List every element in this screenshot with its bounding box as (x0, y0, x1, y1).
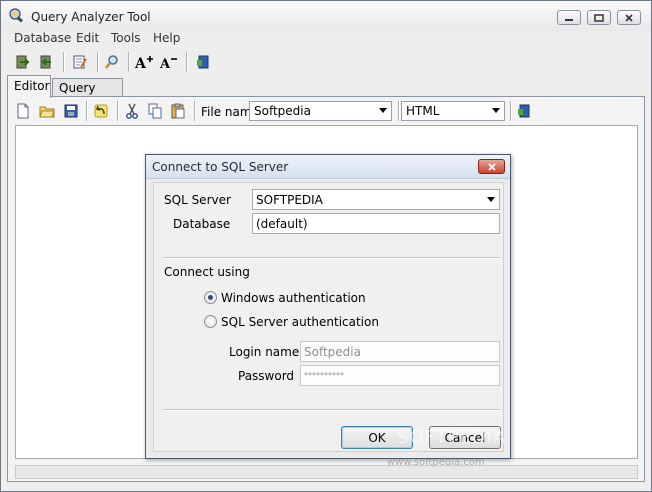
file-name-combo[interactable]: Softpedia (249, 101, 392, 121)
menu-help[interactable]: Help (153, 31, 180, 45)
watermark-url: www.softpedia.com (387, 457, 485, 468)
new-file-icon (17, 103, 29, 119)
title-bar: Query Analyzer Tool (1, 1, 651, 31)
undo-icon (94, 104, 108, 118)
file-name-value: Softpedia (254, 104, 311, 118)
window-title: Query Analyzer Tool (31, 10, 151, 24)
svg-text:A: A (159, 57, 171, 70)
scissors-icon (126, 103, 138, 119)
copy-icon (148, 103, 162, 119)
save-disk-icon (64, 104, 78, 118)
menu-bar: Database Edit Tools Help (1, 30, 651, 48)
login-name-label: Login name (229, 345, 300, 359)
font-decrease-icon: A (159, 57, 177, 70)
toolbar-separator (117, 101, 118, 121)
toolbar-separator (398, 101, 399, 121)
minimize-button[interactable] (557, 10, 581, 25)
divider (164, 257, 500, 258)
disconnect-icon (40, 55, 51, 69)
maximize-icon (594, 13, 604, 22)
windows-auth-radio[interactable] (204, 291, 217, 304)
toolbar-separator (97, 52, 98, 72)
toolbar-separator (128, 52, 129, 72)
edit-query-button[interactable] (70, 52, 90, 72)
font-increase-icon: A (134, 56, 153, 70)
dialog-title-bar: Connect to SQL Server (146, 155, 510, 179)
toolbar-separator (86, 101, 87, 121)
sql-server-label: SQL Server (164, 193, 231, 207)
editor-toolbar: File name Softpedia HTML (8, 97, 644, 125)
toolbar-separator (194, 101, 195, 121)
connect-dialog: Connect to SQL Server SQL Server SOFTPED… (145, 154, 511, 459)
menu-database[interactable]: Database (14, 31, 71, 45)
close-icon (487, 162, 496, 171)
chevron-down-icon (379, 108, 387, 113)
sql-auth-label[interactable]: SQL Server authentication (221, 315, 379, 329)
new-file-button[interactable] (13, 101, 33, 121)
increase-font-button[interactable]: A (134, 52, 154, 72)
toolbar-separator (510, 101, 511, 121)
find-button[interactable] (102, 52, 122, 72)
maximize-button[interactable] (587, 10, 611, 25)
export-button[interactable] (514, 101, 534, 121)
exit-button[interactable] (193, 52, 213, 72)
dialog-body: SQL Server SOFTPEDIA Database (default) … (153, 182, 504, 452)
open-file-button[interactable] (37, 101, 57, 121)
copy-button[interactable] (145, 101, 165, 121)
windows-auth-label[interactable]: Windows authentication (221, 291, 366, 305)
database-label: Database (173, 217, 231, 231)
connect-using-label: Connect using (164, 265, 250, 279)
database-value: (default) (256, 217, 308, 231)
database-field[interactable]: (default) (252, 213, 500, 234)
toolbar-separator (186, 52, 187, 72)
sql-auth-radio[interactable] (204, 315, 217, 328)
tab-editor[interactable]: Editor (7, 75, 51, 98)
menu-edit[interactable]: Edit (76, 31, 99, 45)
menu-tools[interactable]: Tools (111, 31, 141, 45)
chevron-down-icon (492, 108, 500, 113)
sql-server-select[interactable]: SOFTPEDIA (252, 189, 500, 210)
dialog-title: Connect to SQL Server (152, 160, 289, 174)
open-folder-icon (39, 106, 55, 118)
sql-server-value: SOFTPEDIA (256, 193, 323, 207)
dialog-close-button[interactable] (478, 159, 505, 174)
format-combo[interactable]: HTML (401, 101, 505, 121)
toolbar-separator (63, 52, 64, 72)
divider (164, 409, 500, 410)
exit-door-icon (518, 104, 530, 118)
tab-query-plans[interactable]: Query plans (52, 78, 123, 109)
cut-button[interactable] (122, 101, 142, 121)
minimize-icon (565, 18, 573, 21)
chevron-down-icon (487, 197, 495, 202)
ok-button-label: OK (368, 430, 386, 445)
save-file-button[interactable] (61, 101, 81, 121)
search-icon (105, 55, 118, 69)
close-icon (625, 13, 633, 22)
password-value: ********** (304, 371, 344, 380)
decrease-font-button[interactable]: A (159, 52, 179, 72)
password-field[interactable]: ********** (300, 365, 500, 386)
svg-text:A: A (134, 56, 147, 70)
main-toolbar: A A (1, 49, 651, 75)
undo-button[interactable] (91, 101, 111, 121)
close-button[interactable] (617, 10, 641, 25)
connect-icon (16, 55, 30, 69)
app-logo-icon (9, 8, 23, 23)
login-name-field[interactable]: Softpedia (300, 341, 500, 362)
status-bar (15, 465, 638, 479)
disconnect-button[interactable] (36, 52, 56, 72)
paste-clipboard-icon (171, 103, 185, 119)
login-name-value: Softpedia (304, 345, 361, 359)
watermark-logo: SOFTPEDIA (397, 427, 507, 448)
paste-button[interactable] (168, 101, 188, 121)
exit-door-icon (197, 55, 209, 69)
notepad-edit-icon (73, 55, 87, 69)
password-label: Password (238, 369, 295, 383)
app-window: Query Analyzer Tool Database Edit Tools … (0, 0, 652, 492)
format-value: HTML (406, 104, 440, 118)
connect-button[interactable] (12, 52, 32, 72)
tab-editor-label: Editor (14, 79, 50, 93)
